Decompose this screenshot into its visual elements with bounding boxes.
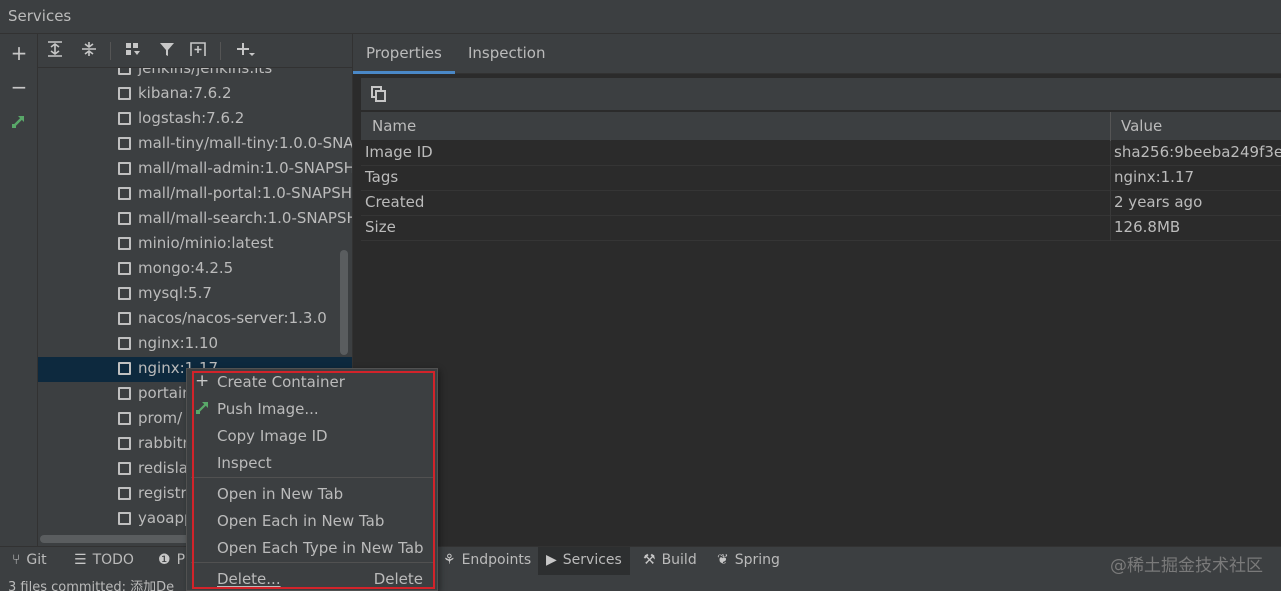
image-icon (118, 487, 131, 500)
image-icon (118, 462, 131, 475)
tree-item[interactable]: nacos/nacos-server:1.3.0 (38, 307, 352, 332)
problems-icon: ❶ (158, 552, 171, 568)
git-icon: ⑂ (12, 552, 21, 568)
todo-icon: ☰ (74, 552, 87, 568)
image-icon (118, 287, 131, 300)
tree-item[interactable]: mall/mall-admin:1.0-SNAPSHOT (38, 157, 352, 182)
image-icon (118, 162, 131, 175)
image-icon (118, 212, 131, 225)
add-service-icon[interactable] (234, 40, 256, 62)
tab-inspection[interactable]: Inspection (455, 34, 558, 74)
property-name: Image ID (365, 143, 433, 161)
services-icon: ▶ (546, 552, 557, 568)
image-icon (118, 237, 131, 250)
collapse-all-icon[interactable] (78, 40, 100, 62)
tree-item[interactable]: mall/mall-search:1.0-SNAPSHOT (38, 207, 352, 232)
tree-item[interactable]: mall/mall-portal:1.0-SNAPSHOT (38, 182, 352, 207)
tree-item-label: kibana:7.6.2 (138, 84, 232, 102)
tree-item-label: mall-tiny/mall-tiny:1.0.0-SNAPSHOT (138, 134, 352, 152)
spring-icon: ❦ (717, 552, 729, 568)
left-toolbar: + − (0, 34, 38, 546)
image-icon (118, 437, 131, 450)
bottom-tab-problems[interactable]: ❶P (158, 552, 185, 568)
remove-icon[interactable]: − (8, 76, 30, 98)
property-name: Tags (365, 168, 399, 186)
image-icon (118, 112, 131, 125)
tab-properties[interactable]: Properties (353, 34, 455, 74)
image-icon (118, 137, 131, 150)
tree-item-label: mall/mall-admin:1.0-SNAPSHOT (138, 159, 352, 177)
filter-icon[interactable] (156, 40, 178, 62)
column-header-value[interactable]: Value (1121, 117, 1162, 135)
table-header: Name Value (361, 112, 1281, 141)
window-title: Services (8, 7, 72, 25)
tree-item[interactable]: jenkins/jenkins:lts (38, 68, 352, 82)
tree-vertical-scrollbar[interactable] (340, 250, 348, 355)
bottom-tab-services[interactable]: ▶ Services (538, 547, 630, 576)
property-name: Created (365, 193, 425, 211)
tree-item[interactable]: mysql:5.7 (38, 282, 352, 307)
tree-item[interactable]: logstash:7.6.2 (38, 107, 352, 132)
copy-icon[interactable] (371, 86, 387, 102)
bottom-tab-spring[interactable]: ❦ Spring (717, 552, 780, 568)
add-icon[interactable]: + (8, 42, 30, 64)
bottom-tab-build[interactable]: ⚒ Build (643, 552, 697, 568)
property-value: sha256:9beeba249f3ee (1114, 143, 1281, 161)
column-header-name[interactable]: Name (372, 117, 416, 135)
build-icon: ⚒ (643, 552, 656, 568)
tree-item-label: prom/ (138, 409, 183, 427)
image-icon (118, 412, 131, 425)
image-icon (118, 262, 131, 275)
property-value: 126.8MB (1114, 218, 1181, 236)
status-text: 3 files committed: 添加De (8, 580, 175, 591)
tool-window-header: Services (0, 0, 1281, 34)
tree-item[interactable]: nginx:1.10 (38, 332, 352, 357)
tree-item-label: mysql:5.7 (138, 284, 212, 302)
property-name: Size (365, 218, 396, 236)
tree-item[interactable]: mall-tiny/mall-tiny:1.0.0-SNAPSHOT (38, 132, 352, 157)
tree-item-label: nacos/nacos-server:1.3.0 (138, 309, 327, 327)
tree-item-label: nginx:1.10 (138, 334, 219, 352)
new-tab-icon[interactable] (188, 40, 210, 62)
image-icon (118, 87, 131, 100)
tree-toolbar (38, 34, 352, 68)
image-icon (118, 362, 131, 375)
group-icon[interactable] (122, 40, 144, 62)
bottom-tab-endpoints[interactable]: ⚘ Endpoints (443, 552, 531, 568)
tree-item-label: logstash:7.6.2 (138, 109, 245, 127)
highlight-annotation (192, 371, 435, 589)
tree-item-label: mall/mall-portal:1.0-SNAPSHOT (138, 184, 352, 202)
details-tabs: Properties Inspection (353, 34, 1281, 74)
image-icon (118, 312, 131, 325)
image-icon (118, 337, 131, 350)
bottom-tab-todo[interactable]: ☰ TODO (74, 552, 134, 568)
table-row[interactable]: Image ID sha256:9beeba249f3ee (361, 141, 1281, 166)
table-row[interactable]: Size 126.8MB (361, 216, 1281, 241)
tree-item-label: minio/minio:latest (138, 234, 274, 252)
property-value: 2 years ago (1114, 193, 1203, 211)
property-value: nginx:1.17 (1114, 168, 1195, 186)
image-icon (118, 512, 131, 525)
image-icon (118, 187, 131, 200)
tree-item-label: mall/mall-search:1.0-SNAPSHOT (138, 209, 352, 227)
tree-item-label: jenkins/jenkins:lts (138, 68, 273, 77)
image-icon (118, 387, 131, 400)
tree-item[interactable]: mongo:4.2.5 (38, 257, 352, 282)
details-pane: Properties Inspection Name Value Image I… (352, 34, 1281, 546)
bottom-tab-git[interactable]: ⑂ Git (12, 552, 47, 568)
table-row[interactable]: Created 2 years ago (361, 191, 1281, 216)
image-icon (118, 68, 131, 75)
tree-item-label: mongo:4.2.5 (138, 259, 234, 277)
watermark: @稀土掘金技术社区 (1110, 556, 1263, 576)
properties-toolbar (361, 78, 1281, 110)
deploy-icon[interactable] (8, 112, 30, 134)
tree-item[interactable]: minio/minio:latest (38, 232, 352, 257)
endpoints-icon: ⚘ (443, 552, 456, 568)
tree-item[interactable]: kibana:7.6.2 (38, 82, 352, 107)
table-row[interactable]: Tags nginx:1.17 (361, 166, 1281, 191)
expand-all-icon[interactable] (44, 40, 66, 62)
